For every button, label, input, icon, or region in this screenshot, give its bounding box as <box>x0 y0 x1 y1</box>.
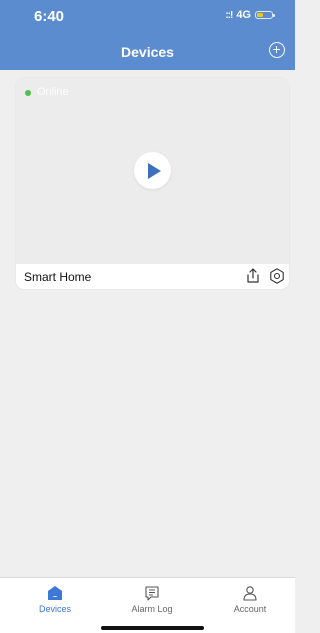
network-status: ::! 4G <box>225 9 275 21</box>
add-device-button[interactable] <box>269 42 285 58</box>
camera-preview[interactable]: Online <box>16 78 289 264</box>
battery-level <box>257 13 263 17</box>
tab-devices[interactable]: Devices <box>20 584 90 614</box>
user-icon <box>243 586 257 601</box>
app-header: 6:40 ::! 4G Devices <box>0 0 295 70</box>
play-button[interactable] <box>134 152 171 189</box>
settings-icon[interactable] <box>268 267 286 285</box>
tab-label: Alarm Log <box>131 604 173 614</box>
tab-bar: Devices Alarm Log Account <box>0 577 295 633</box>
battery-icon <box>255 11 275 19</box>
tab-alarm-log[interactable]: Alarm Log <box>117 584 187 614</box>
network-type: 4G <box>236 9 251 21</box>
share-icon[interactable] <box>244 267 262 285</box>
tab-label: Devices <box>38 604 71 614</box>
device-card[interactable]: Online Smart Home <box>16 78 289 289</box>
online-status-text: Online <box>37 86 69 98</box>
tab-account[interactable]: Account <box>215 584 285 614</box>
online-status-dot <box>25 90 31 96</box>
device-name: Smart Home <box>24 270 92 284</box>
tab-label: Account <box>233 604 267 614</box>
signal-icon: ::! <box>225 9 233 21</box>
home-icon <box>48 586 62 600</box>
page-title: Devices <box>121 44 174 60</box>
home-indicator <box>101 626 204 630</box>
message-icon <box>145 586 159 601</box>
status-bar: 6:40 ::! 4G <box>0 0 295 34</box>
status-time: 6:40 <box>34 8 65 25</box>
